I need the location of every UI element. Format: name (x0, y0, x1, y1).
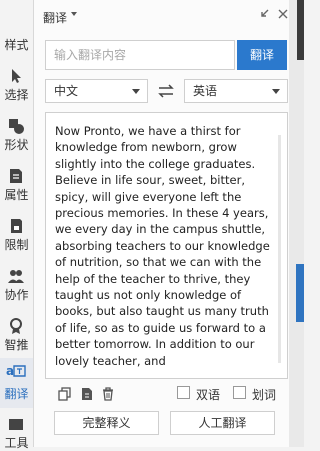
properties-icon (10, 169, 22, 183)
sidebar: 样式 选择 形状 属性 限制 协作 智推 a 翻译 工具 (0, 0, 34, 450)
target-language-value: 英语 (193, 84, 218, 98)
sidebar-item-select[interactable]: 选择 (0, 62, 33, 112)
bilingual-checkbox[interactable] (177, 386, 190, 399)
sidebar-item-label: 智推 (4, 338, 29, 352)
close-icon[interactable] (277, 8, 289, 20)
outer-scroll-track (297, 0, 304, 60)
sidebar-item-label: 翻译 (4, 387, 29, 401)
sidebar-item-style[interactable]: 样式 (0, 18, 33, 58)
smart-push-icon (10, 318, 22, 334)
sidebar-item-translate[interactable]: a 翻译 (0, 358, 33, 408)
insert-document-icon[interactable] (80, 387, 94, 401)
delete-icon[interactable] (101, 387, 115, 401)
translate-button[interactable]: 翻译 (237, 40, 287, 70)
sidebar-item-label: 选择 (4, 88, 29, 102)
sidebar-item-label: 工具 (4, 436, 29, 450)
window-edge (289, 0, 304, 447)
sidebar-item-tools[interactable]: 工具 (0, 412, 33, 450)
shapes-icon (9, 119, 24, 134)
translation-result-box[interactable]: Now Pronto, we have a thirst for knowled… (45, 112, 288, 379)
outer-scrollbar-thumb[interactable] (296, 264, 304, 322)
source-language-value: 中文 (54, 84, 79, 98)
sidebar-item-label: 形状 (4, 138, 29, 152)
bilingual-label: 双语 (196, 388, 221, 402)
sidebar-item-label: 属性 (4, 188, 29, 202)
svg-text:a: a (6, 364, 14, 378)
panel-title: 翻译 (43, 11, 68, 25)
target-language-select[interactable]: 英语 (184, 79, 288, 103)
full-definition-button[interactable]: 完整释义 (54, 411, 159, 435)
word-select-label: 划词 (252, 388, 277, 402)
human-translation-button[interactable]: 人工翻译 (170, 411, 275, 435)
sidebar-item-collaborate[interactable]: 协作 (0, 262, 33, 312)
title-dropdown-caret-icon[interactable] (71, 12, 77, 16)
collaborate-icon (8, 270, 24, 283)
sidebar-item-shapes[interactable]: 形状 (0, 112, 33, 162)
shrink-icon[interactable] (258, 8, 270, 20)
sidebar-item-restrict[interactable]: 限制 (0, 212, 33, 262)
sidebar-item-properties[interactable]: 属性 (0, 162, 33, 212)
tools-icon (9, 419, 23, 430)
source-language-select[interactable]: 中文 (45, 79, 148, 103)
select-arrow-icon (12, 69, 21, 83)
sidebar-item-label: 限制 (4, 238, 29, 252)
copy-icon[interactable] (58, 387, 72, 401)
sidebar-item-label: 样式 (4, 38, 29, 52)
translate-input[interactable] (45, 40, 235, 70)
chevron-down-icon (272, 89, 280, 94)
restrict-icon (11, 219, 22, 233)
translation-result-text: Now Pronto, we have a thirst for knowled… (55, 124, 270, 368)
sidebar-item-smart-push[interactable]: 智推 (0, 312, 33, 362)
result-scrollbar[interactable] (278, 135, 281, 363)
swap-languages-icon[interactable] (155, 80, 177, 102)
sidebar-item-label: 协作 (4, 288, 29, 302)
translate-icon: a (6, 364, 26, 378)
chevron-down-icon (132, 89, 140, 94)
word-select-checkbox[interactable] (233, 386, 246, 399)
